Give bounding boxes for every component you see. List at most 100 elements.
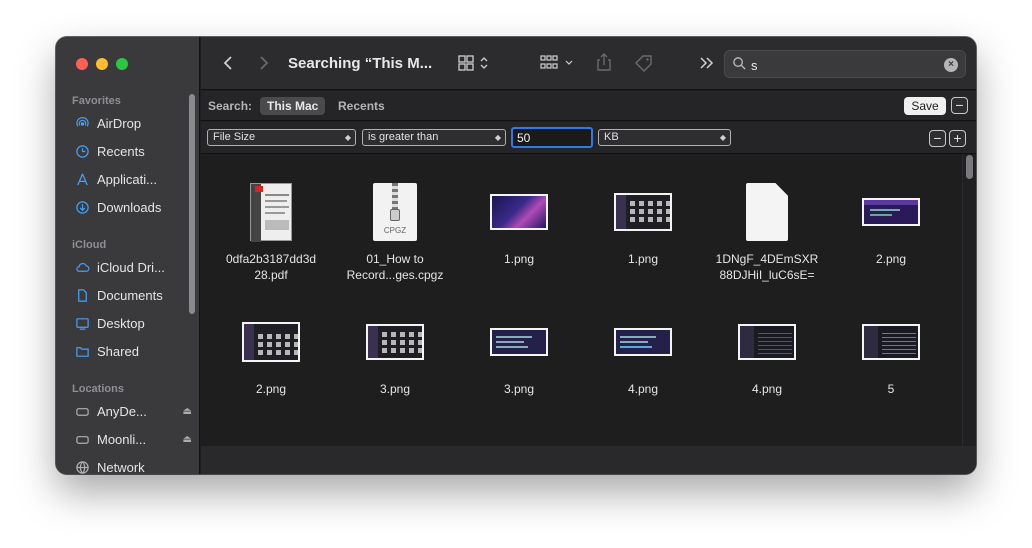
sidebar-item-documents[interactable]: Documents (74, 287, 192, 303)
file-item[interactable]: 3.png (457, 307, 581, 397)
applications-icon (74, 171, 90, 187)
sidebar-item-anydesk[interactable]: AnyDe... ⏏ (74, 403, 192, 419)
sidebar-section-favorites: Favorites (72, 95, 121, 107)
document-icon (74, 287, 90, 303)
shared-folder-icon (74, 343, 90, 359)
eject-icon[interactable]: ⏏ (183, 406, 192, 417)
add-criteria-button[interactable]: + (949, 130, 966, 147)
sidebar-item-label: Documents (97, 287, 163, 303)
sidebar-item-downloads[interactable]: Downloads (74, 199, 192, 215)
save-search-button[interactable]: Save (904, 97, 946, 115)
file-item[interactable]: 1DNgF_4DEmSXR 88DJHiI_luC6sE= (705, 177, 829, 283)
results-grid: 0dfa2b3187dd3d 28.pdf CPGZ 01_How to Recor… (201, 155, 976, 474)
eject-icon[interactable]: ⏏ (183, 434, 192, 445)
sidebar: Favorites AirDrop Recents Applicati... D… (56, 37, 200, 474)
minimize-window-button[interactable] (96, 58, 108, 70)
remove-scope-button[interactable]: − (951, 97, 968, 114)
window-title: Searching “This M... (288, 55, 433, 72)
unit-popup[interactable]: KB ◆ (598, 129, 731, 146)
file-name: 1DNgF_4DEmSXR 88DJHiI_luC6sE= (715, 252, 819, 282)
sidebar-item-recents[interactable]: Recents (74, 143, 192, 159)
sidebar-item-shared[interactable]: Shared (74, 343, 192, 359)
scope-this-mac-button[interactable]: This Mac (260, 97, 326, 115)
sidebar-item-label: AnyDe... (97, 403, 147, 419)
tags-button[interactable] (633, 53, 655, 77)
file-name: 1.png (627, 252, 659, 266)
sidebar-item-label: AirDrop (97, 115, 142, 131)
chevron-updown-icon: ◆ (344, 133, 351, 142)
file-item[interactable]: 2.png (829, 177, 953, 267)
sidebar-item-label: Applicati... (97, 171, 157, 187)
image-thumbnail (457, 177, 581, 247)
file-item[interactable]: 1.png (581, 177, 705, 267)
results-scroll-track[interactable] (962, 155, 976, 448)
desktop-icon (74, 315, 90, 331)
toolbar: Searching “This M... s × (201, 37, 976, 90)
operator-value: is greater than (368, 131, 439, 143)
finder-window: Favorites AirDrop Recents Applicati... D… (56, 37, 976, 474)
search-scope-label: Search: (208, 99, 253, 113)
sidebar-item-moonlight[interactable]: Moonli... ⏏ (74, 431, 192, 447)
file-name: 4.png (627, 382, 659, 396)
sidebar-item-network[interactable]: Network (74, 459, 192, 474)
attribute-popup[interactable]: File Size ◆ (207, 129, 356, 146)
icon-grid-icon (458, 55, 488, 71)
sidebar-item-label: iCloud Dri... (97, 259, 165, 275)
download-icon (74, 199, 90, 215)
share-button[interactable] (594, 52, 614, 76)
file-name: 2.png (255, 382, 287, 396)
file-item[interactable]: 2.png (209, 307, 333, 397)
sidebar-item-label: Shared (97, 343, 139, 359)
remove-criteria-button[interactable]: − (929, 130, 946, 147)
sidebar-item-applications[interactable]: Applicati... (74, 171, 192, 187)
file-item[interactable]: CPGZ 01_How to Record...ges.cpgz (333, 177, 457, 283)
image-thumbnail (333, 307, 457, 377)
airdrop-icon (74, 115, 90, 131)
search-input[interactable] (751, 56, 941, 74)
sidebar-item-airdrop[interactable]: AirDrop (74, 115, 192, 131)
chevron-left-icon (223, 56, 232, 70)
search-scope-bar: Search: This Mac Recents Save − (201, 91, 976, 121)
image-thumbnail (829, 307, 953, 377)
forward-button[interactable] (253, 53, 273, 77)
group-grid-icon (540, 55, 573, 69)
sidebar-scrollbar[interactable] (189, 94, 195, 314)
file-type-badge: CPGZ (383, 226, 407, 235)
image-thumbnail (705, 307, 829, 377)
file-item[interactable]: 3.png (333, 307, 457, 397)
file-item[interactable]: 5 (829, 307, 953, 397)
file-item[interactable]: 4.png (581, 307, 705, 397)
sidebar-item-label: Network (97, 459, 145, 475)
sidebar-item-desktop[interactable]: Desktop (74, 315, 192, 331)
file-item[interactable]: 1.png (457, 177, 581, 267)
image-thumbnail (829, 177, 953, 247)
back-button[interactable] (219, 53, 239, 77)
document-file-icon (705, 177, 829, 247)
operator-popup[interactable]: is greater than ◆ (362, 129, 506, 146)
results-scrollbar[interactable] (966, 155, 973, 179)
chevron-updown-icon: ◆ (719, 133, 726, 142)
size-value-input[interactable] (511, 127, 593, 148)
unit-value: KB (604, 131, 619, 143)
zoom-window-button[interactable] (116, 58, 128, 70)
file-item[interactable]: 4.png (705, 307, 829, 397)
view-mode-button[interactable] (457, 53, 493, 77)
attribute-value: File Size (213, 131, 256, 143)
group-by-button[interactable] (539, 53, 579, 77)
search-field[interactable]: × (724, 50, 966, 78)
file-item[interactable]: 0dfa2b3187dd3d 28.pdf (209, 177, 333, 283)
sidebar-item-icloud-drive[interactable]: iCloud Dri... (74, 259, 192, 275)
more-toolbar-button[interactable] (697, 53, 717, 77)
search-icon (733, 57, 746, 70)
status-bar (201, 446, 976, 474)
cloud-icon (74, 259, 90, 275)
clock-icon (74, 143, 90, 159)
image-thumbnail (209, 307, 333, 377)
scope-recents-button[interactable]: Recents (338, 99, 385, 113)
close-window-button[interactable] (76, 58, 88, 70)
drive-icon (74, 403, 90, 419)
file-name: 01_How to Record...ges.cpgz (346, 252, 444, 282)
share-icon (597, 53, 611, 71)
clear-search-icon[interactable]: × (944, 58, 958, 72)
sidebar-item-label: Desktop (97, 315, 145, 331)
